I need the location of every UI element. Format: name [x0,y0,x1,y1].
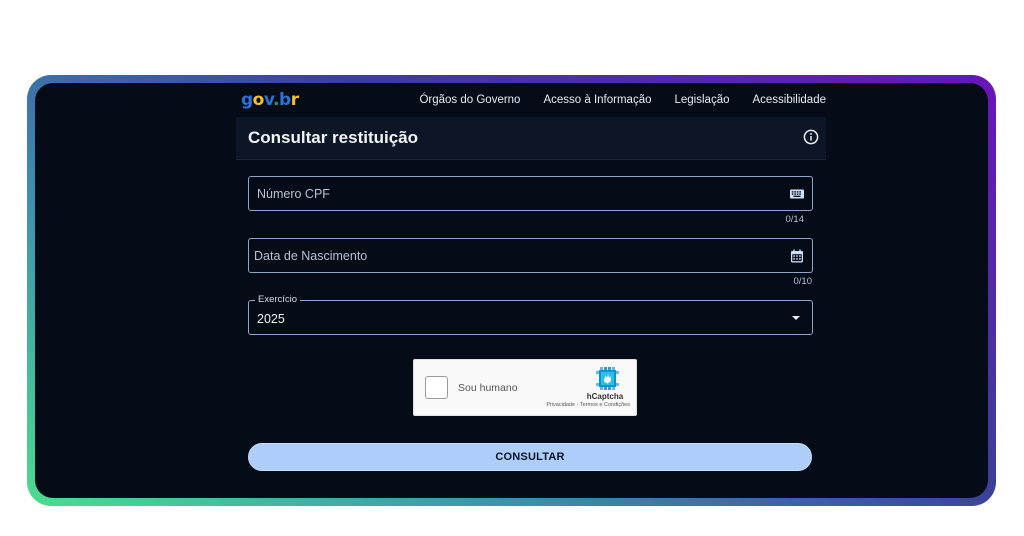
nav-acessibilidade[interactable]: Acessibilidade [752,94,826,106]
cpf-field[interactable]: Número CPF [248,176,813,211]
chevron-down-icon[interactable] [792,316,800,320]
hcaptcha-links: Privacidade - Termos e Condições [546,402,630,408]
hcaptcha-widget: Sou humano hCaptcha Privacidade - Termos… [413,359,637,416]
nav-orgaos-do-governo[interactable]: Órgãos do Governo [419,94,520,106]
birth-date-field[interactable]: Data de Nascimento [248,238,813,273]
page-title: Consultar restituição [248,128,419,147]
birth-date-placeholder: Data de Nascimento [254,249,368,263]
cpf-placeholder: Número CPF [257,187,330,201]
captcha-label: Sou humano [458,382,518,394]
top-bar: gov.br Órgãos do Governo Acesso à Inform… [241,83,826,117]
hcaptcha-logo-icon [596,367,619,390]
exercicio-value: 2025 [257,312,285,326]
govbr-logo[interactable]: gov.br [241,89,299,110]
exercicio-label: Exercício [255,294,301,305]
info-circle-icon[interactable] [803,129,819,145]
logo-letter-g: g [241,89,253,110]
main-nav: Órgãos do Governo Acesso à Informação Le… [419,94,826,106]
exercicio-select[interactable]: Exercício 2025 [248,294,813,335]
hcaptcha-brand: hCaptcha [586,392,624,401]
app-screen: gov.br Órgãos do Governo Acesso à Inform… [35,83,988,498]
device-frame: gov.br Órgãos do Governo Acesso à Inform… [27,75,996,506]
birth-date-char-counter: 0/10 [793,276,813,287]
consultar-button[interactable]: CONSULTAR [248,443,812,471]
card-header: Consultar restituição [236,117,826,160]
calendar-icon[interactable] [789,248,805,264]
hcaptcha-terms-link[interactable]: Termos e Condições [580,402,630,408]
nav-acesso-a-informacao[interactable]: Acesso à Informação [543,94,651,106]
cpf-char-counter: 0/14 [785,214,805,225]
logo-letter-v: v [263,89,274,110]
logo-letter-r: r [290,89,299,110]
logo-letter-b: b [279,89,291,110]
hcaptcha-privacy-link[interactable]: Privacidade [546,402,575,408]
keyboard-icon[interactable] [789,186,805,202]
captcha-checkbox[interactable] [425,376,448,399]
logo-letter-o: o [252,89,265,110]
nav-legislacao[interactable]: Legislação [675,94,730,106]
